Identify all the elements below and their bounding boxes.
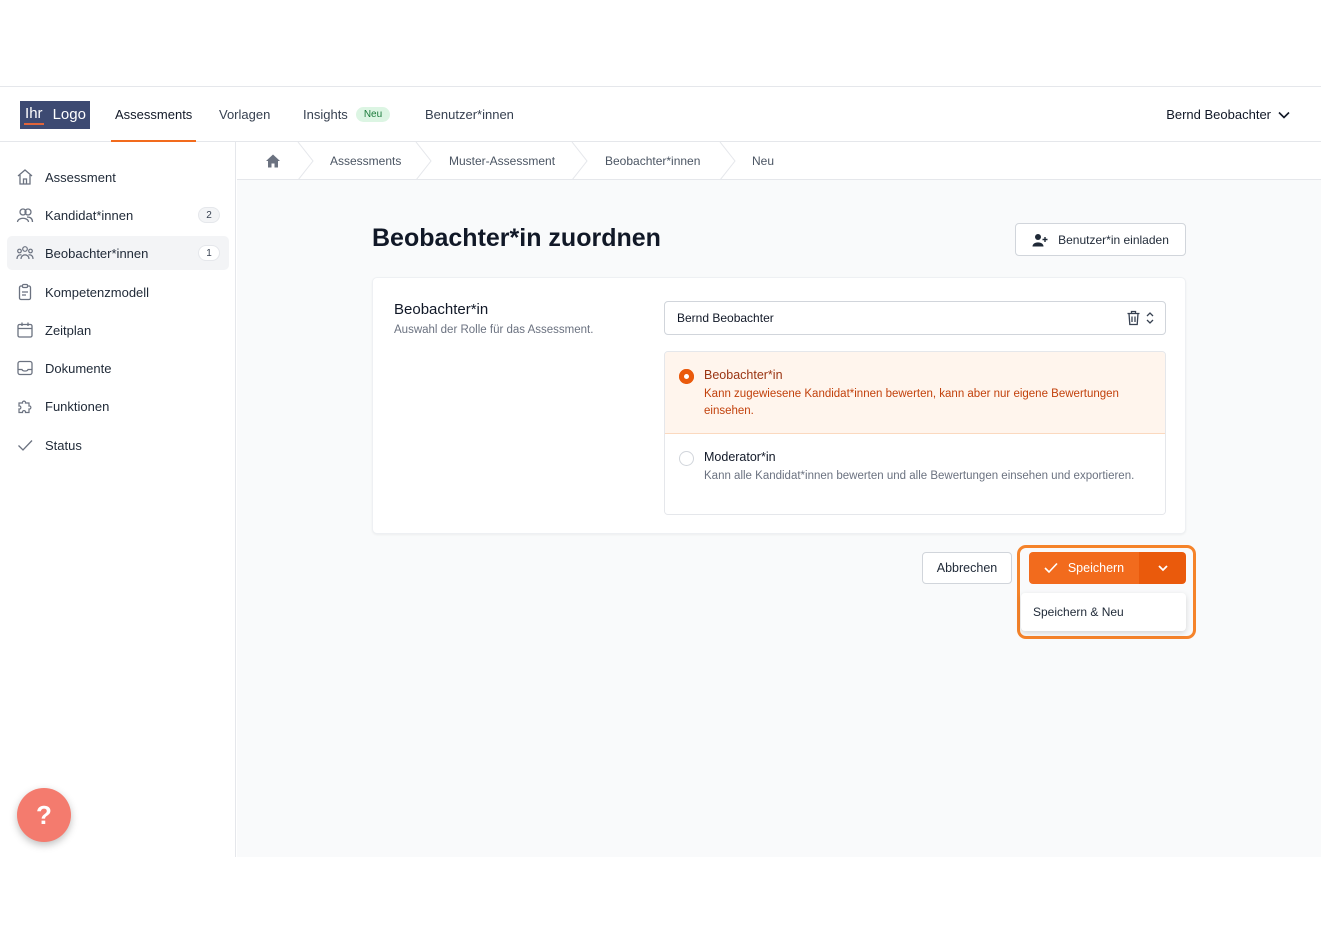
invite-user-button[interactable]: Benutzer*in einladen bbox=[1015, 223, 1186, 256]
field-title: Beobachter*in bbox=[394, 301, 489, 318]
breadcrumb-home[interactable] bbox=[265, 142, 281, 180]
save-button[interactable]: Speichern bbox=[1029, 552, 1139, 584]
home-icon bbox=[266, 154, 280, 168]
user-plus-icon bbox=[1032, 233, 1048, 246]
sidebar-item-beobachter[interactable]: Beobachter*innen 1 bbox=[7, 236, 229, 270]
cancel-button[interactable]: Abbrechen bbox=[922, 552, 1012, 584]
form-card: Beobachter*in Auswahl der Rolle für das … bbox=[372, 277, 1186, 534]
main-content: Assessments Muster-Assessment Beobachter… bbox=[237, 142, 1321, 857]
field-description: Auswahl der Rolle für das Assessment. bbox=[394, 324, 594, 336]
nav-vorlagen[interactable]: Vorlagen bbox=[219, 87, 270, 142]
user-menu[interactable]: Bernd Beobachter bbox=[1166, 87, 1291, 142]
nav-benutzer[interactable]: Benutzer*innen bbox=[425, 87, 514, 142]
calendar-icon bbox=[15, 320, 35, 340]
sidebar-item-assessment[interactable]: Assessment bbox=[7, 160, 229, 194]
trash-icon[interactable] bbox=[1126, 310, 1141, 326]
app: Ihr Logo Assessments Vorlagen Insights N… bbox=[0, 86, 1321, 857]
user-name: Bernd Beobachter bbox=[1166, 107, 1271, 122]
sidebar: Assessment Kandidat*innen 2 Beobachter*i… bbox=[0, 142, 236, 857]
breadcrumb-separator bbox=[571, 142, 588, 180]
clipboard-icon bbox=[15, 282, 35, 302]
role-description: Kann zugewiesene Kandidat*innen bewerten… bbox=[704, 388, 1119, 417]
sidebar-item-status[interactable]: Status bbox=[7, 428, 229, 462]
nav-insights[interactable]: Insights Neu bbox=[303, 87, 391, 142]
selected-user: Bernd Beobachter bbox=[677, 311, 774, 325]
save-and-new-option[interactable]: Speichern & Neu bbox=[1021, 593, 1186, 631]
breadcrumb-item[interactable]: Assessments bbox=[330, 142, 401, 180]
logo[interactable]: Ihr Logo bbox=[20, 101, 90, 129]
breadcrumb-item[interactable]: Muster-Assessment bbox=[449, 142, 555, 180]
role-radio-group: Beobachter*in Kann zugewiesene Kandidat*… bbox=[664, 351, 1166, 515]
page-title: Beobachter*in zuordnen bbox=[372, 224, 661, 252]
breadcrumb-separator bbox=[297, 142, 314, 180]
breadcrumb-separator bbox=[719, 142, 736, 180]
role-title: Beobachter*in bbox=[704, 368, 783, 382]
check-icon bbox=[15, 435, 35, 455]
radio-unselected[interactable] bbox=[679, 451, 694, 466]
role-description: Kann alle Kandidat*innen bewerten und al… bbox=[704, 470, 1135, 482]
chevron-down-icon bbox=[1157, 565, 1168, 572]
chevron-down-icon bbox=[1278, 111, 1290, 119]
check-icon bbox=[1044, 562, 1058, 574]
inbox-icon bbox=[15, 358, 35, 378]
puzzle-icon bbox=[15, 396, 35, 416]
sidebar-item-kandidaten[interactable]: Kandidat*innen 2 bbox=[7, 198, 229, 232]
breadcrumb-separator bbox=[415, 142, 432, 180]
count-badge: 2 bbox=[198, 207, 220, 223]
radio-selected[interactable] bbox=[679, 369, 694, 384]
save-options-toggle[interactable] bbox=[1139, 552, 1186, 584]
user-select[interactable]: Bernd Beobachter bbox=[664, 301, 1166, 335]
role-title: Moderator*in bbox=[704, 450, 776, 464]
sidebar-item-dokumente[interactable]: Dokumente bbox=[7, 351, 229, 385]
user-group-icon bbox=[15, 243, 35, 263]
breadcrumb: Assessments Muster-Assessment Beobachter… bbox=[237, 142, 1321, 180]
role-option-beobachter[interactable]: Beobachter*in Kann zugewiesene Kandidat*… bbox=[665, 352, 1165, 434]
sidebar-item-funktionen[interactable]: Funktionen bbox=[7, 389, 229, 423]
new-badge: Neu bbox=[355, 107, 391, 122]
home-icon bbox=[15, 167, 35, 187]
role-option-moderator[interactable]: Moderator*in Kann alle Kandidat*innen be… bbox=[665, 434, 1165, 514]
sidebar-item-kompetenzmodell[interactable]: Kompetenzmodell bbox=[7, 275, 229, 309]
breadcrumb-item[interactable]: Beobachter*innen bbox=[605, 142, 700, 180]
sidebar-item-zeitplan[interactable]: Zeitplan bbox=[7, 313, 229, 347]
nav-assessments[interactable]: Assessments bbox=[110, 87, 197, 142]
count-badge: 1 bbox=[198, 245, 220, 261]
question-icon: ? bbox=[36, 799, 52, 830]
users-icon bbox=[15, 205, 35, 225]
breadcrumb-item[interactable]: Neu bbox=[752, 142, 774, 180]
help-button[interactable]: ? bbox=[17, 788, 71, 842]
chevron-up-down-icon[interactable] bbox=[1145, 310, 1155, 326]
top-nav: Ihr Logo Assessments Vorlagen Insights N… bbox=[0, 86, 1321, 142]
